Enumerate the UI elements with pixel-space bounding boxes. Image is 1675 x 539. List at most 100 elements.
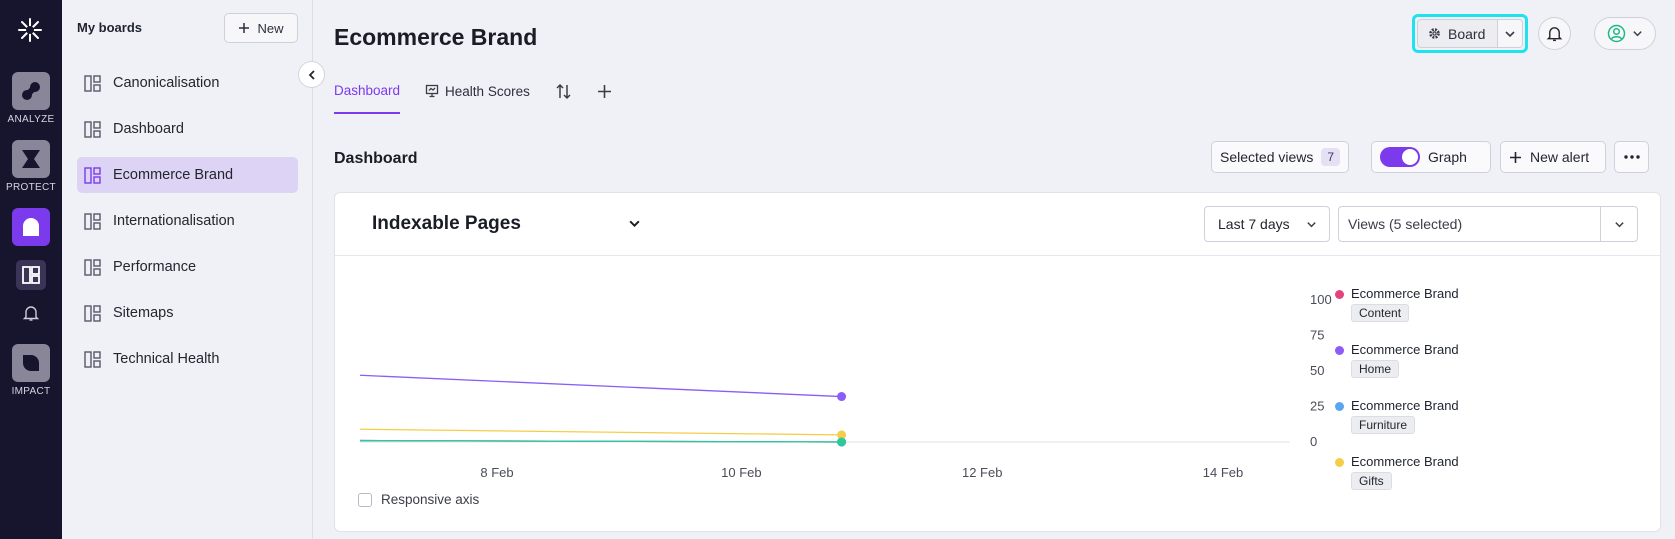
legend-series-tag: Gifts [1351,472,1392,490]
main-content: Ecommerce Brand Dashboard Health Scores … [313,0,1675,539]
legend-dot [1335,458,1344,467]
board-item-sitemaps[interactable]: Sitemaps [77,295,298,331]
line-chart: 100 75 50 25 0 8 Feb 10 Feb 12 Feb 14 Feb Ecomme… [335,257,1662,533]
chevron-down-icon [1307,221,1316,227]
graph-label: Graph [1428,149,1467,165]
views-select[interactable]: Views (5 selected) [1338,206,1638,242]
series-line [359,374,842,398]
chart-plot: 100 75 50 25 0 8 Feb 10 Feb 12 Feb 14 Feb [359,292,1332,480]
tab-label: Health Scores [445,83,530,99]
selected-views-button[interactable]: Selected views 7 [1211,141,1350,173]
legend-dot [1335,402,1344,411]
rail-protect[interactable]: PROTECT [0,140,62,193]
legend-item[interactable]: Ecommerce Brand Content [1335,283,1535,339]
plus-icon [597,84,611,98]
board-item-internationalisation[interactable]: Internationalisation [77,203,298,239]
board-settings-button[interactable]: Board [1418,20,1499,47]
legend-dot [1335,290,1344,299]
board-item-canonicalisation[interactable]: Canonicalisation [77,65,298,101]
rail-label: IMPACT [11,386,51,397]
views-select-toggle[interactable] [1600,207,1637,241]
chevron-down-icon[interactable] [628,217,641,230]
legend-series-name: Ecommerce Brand [1351,286,1459,301]
board-menu-split-button: Board [1412,14,1528,53]
responsive-axis-label: Responsive axis [381,492,480,507]
legend-item[interactable]: Ecommerce Brand Furniture [1335,395,1535,451]
x-tick-label: 14 Feb [1203,465,1243,480]
plus-icon [239,23,250,33]
date-range-select[interactable]: Last 7 days [1204,206,1330,242]
protect-icon [22,150,40,168]
board-item-label: Technical Health [113,351,220,367]
legend-series-name: Ecommerce Brand [1351,342,1459,357]
rail-alerts[interactable] [16,298,46,328]
brand-logo-icon[interactable] [17,17,43,43]
board-icon [84,350,101,368]
boards-sidebar: My boards New Canonicalisation Dashboard… [62,0,313,539]
y-tick-label: 0 [1310,434,1317,449]
app-rail: ANALYZE PROTECT IMPACT [0,0,62,539]
notifications-button[interactable] [1538,17,1571,50]
legend-series-tag: Furniture [1351,416,1416,434]
selected-views-label: Selected views [1220,149,1314,165]
user-menu-button[interactable] [1594,17,1656,50]
rail-analyze[interactable]: ANALYZE [0,72,62,125]
board-button-label: Board [1448,25,1486,42]
responsive-axis-checkbox[interactable] [358,492,372,507]
legend-item[interactable]: Ecommerce Brand Home [1335,339,1535,395]
y-tick-label: 100 [1310,292,1332,307]
impact-icon [23,355,39,371]
board-list: Canonicalisation Dashboard Ecommerce Bra… [77,65,298,387]
board-item-performance[interactable]: Performance [77,249,298,285]
board-item-label: Dashboard [113,121,184,137]
rail-label: ANALYZE [7,114,55,125]
legend-series-name: Ecommerce Brand [1351,398,1459,413]
gear-icon [1429,28,1440,39]
board-icon [84,258,101,276]
board-icon [84,120,101,138]
rail-impact[interactable]: IMPACT [0,344,62,397]
rail-boards[interactable] [16,260,46,290]
boards-title: My boards [77,20,143,35]
board-item-ecommerce-brand[interactable]: Ecommerce Brand [77,157,298,193]
user-avatar-icon [1607,24,1626,43]
add-tab-button[interactable] [597,78,612,114]
metric-title[interactable]: Indexable Pages [372,213,521,235]
board-item-label: Internationalisation [113,213,235,229]
tab-health-scores[interactable]: Health Scores [425,78,530,114]
more-options-button[interactable] [1614,141,1649,173]
new-board-label: New [257,20,284,36]
legend-item[interactable]: Ecommerce Brand Gifts [1335,451,1535,507]
x-tick-label: 10 Feb [721,465,761,480]
x-tick-label: 12 Feb [962,465,1002,480]
series-end-point [837,437,847,447]
reorder-tabs-button[interactable] [555,78,572,114]
board-item-technical-health[interactable]: Technical Health [77,341,298,377]
board-item-dashboard[interactable]: Dashboard [77,111,298,147]
tab-dashboard[interactable]: Dashboard [334,78,401,114]
tab-bar: Dashboard Health Scores [334,78,612,116]
analyze-icon [22,82,40,100]
board-icon [84,304,101,322]
rail-label: PROTECT [6,182,56,193]
plus-icon [1510,151,1521,163]
rail-active-app[interactable] [0,208,62,246]
graph-switch[interactable] [1380,147,1420,167]
new-board-button[interactable]: New [224,13,298,43]
board-icon [84,74,101,92]
board-nav-icon [22,266,40,284]
section-title: Dashboard [334,150,418,167]
date-range-value: Last 7 days [1218,216,1290,232]
graph-toggle[interactable]: Graph [1371,141,1491,173]
board-menu-toggle[interactable] [1498,20,1522,47]
metric-card: Indexable Pages Last 7 days Views (5 sel… [334,192,1661,532]
chart-legend: Ecommerce Brand Content Ecommerce Brand Hom… [1335,283,1535,507]
board-item-label: Ecommerce Brand [113,167,234,183]
collapse-sidebar-button[interactable] [298,61,325,88]
y-tick-label: 75 [1310,328,1324,343]
card-header: Indexable Pages Last 7 days Views (5 sel… [335,193,1660,256]
series-end-point [837,392,847,402]
responsive-axis-option[interactable]: Responsive axis [358,492,479,507]
bell-icon [1546,27,1563,42]
new-alert-button[interactable]: New alert [1500,141,1606,173]
